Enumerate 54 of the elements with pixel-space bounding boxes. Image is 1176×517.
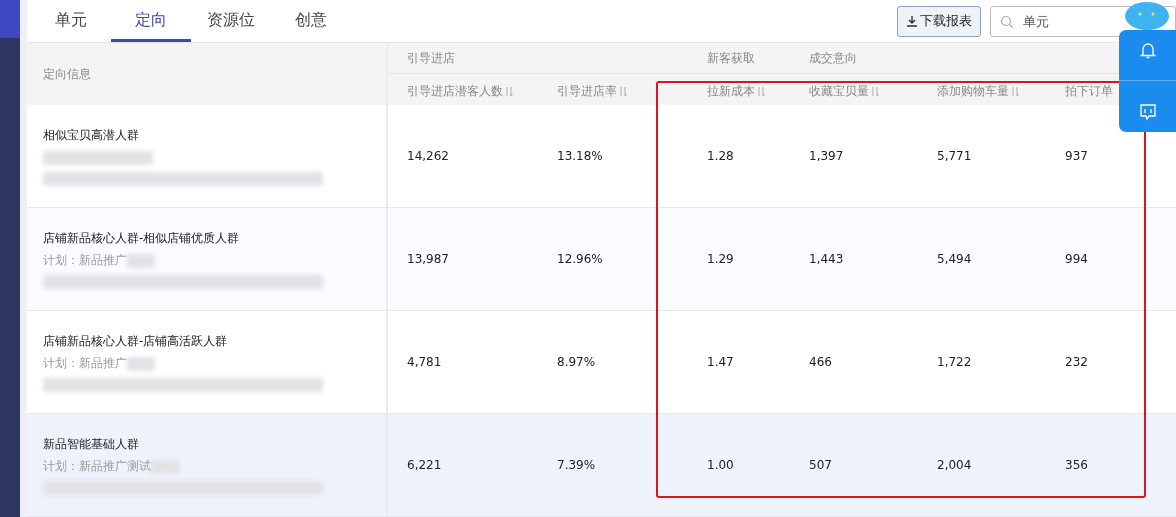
table-cell: 466 xyxy=(809,355,832,369)
column-header[interactable]: 添加购物车量 xyxy=(937,83,1009,100)
table-cell: 232 xyxy=(1065,355,1088,369)
table-cell: 7.39% xyxy=(557,458,596,472)
group-header: 新客获取 xyxy=(707,49,755,67)
redacted-text xyxy=(127,356,155,371)
audience-name: 新品智能基础人群 xyxy=(43,435,140,453)
table-cell: 14,262 xyxy=(407,149,449,163)
table-cell: 1,722 xyxy=(937,355,972,369)
sort-icon[interactable] xyxy=(619,86,627,97)
chat-icon[interactable] xyxy=(1138,103,1157,122)
table-cell: 5,494 xyxy=(937,252,972,266)
audience-name: 相似宝贝高潜人群 xyxy=(43,126,140,144)
column-header[interactable]: 引导进店率 xyxy=(557,83,617,100)
download-button[interactable]: 下载报表 xyxy=(897,5,981,37)
column-header[interactable]: 收藏宝贝量 xyxy=(809,83,869,100)
table-cell: 5,771 xyxy=(937,149,972,163)
table-cell: 1,397 xyxy=(809,149,844,163)
plan-label: 计划：新品推广测试 xyxy=(43,458,151,475)
sort-icon[interactable] xyxy=(871,86,879,97)
table-cell: 1.28 xyxy=(707,149,734,163)
group-header: 引导进店 xyxy=(407,49,455,67)
sort-icon[interactable] xyxy=(757,86,765,97)
table-cell: 1.29 xyxy=(707,252,734,266)
bell-icon[interactable] xyxy=(1139,40,1156,59)
tab[interactable]: 资源位 xyxy=(191,0,271,42)
audience-name: 店铺新品核心人群-相似店铺优质人群 xyxy=(43,229,241,247)
group-header: 成交意向 xyxy=(809,49,857,67)
table-cell: 937 xyxy=(1065,149,1088,163)
table-cell: 6,221 xyxy=(407,458,442,472)
column-header[interactable]: 拍下订单 xyxy=(1065,83,1113,100)
column-header[interactable]: 拉新成本 xyxy=(707,83,755,100)
table-cell: 13,987 xyxy=(407,252,449,266)
table-cell: 4,781 xyxy=(407,355,442,369)
sort-icon[interactable] xyxy=(505,86,513,97)
sort-icon[interactable] xyxy=(1011,86,1019,97)
tab[interactable]: 创意 xyxy=(271,0,351,42)
table-cell: 1,443 xyxy=(809,252,844,266)
table-cell: 356 xyxy=(1065,458,1088,472)
table-cell: 8.97% xyxy=(557,355,596,369)
tab[interactable]: 单元 xyxy=(31,0,111,42)
table-cell: 994 xyxy=(1065,252,1088,266)
audience-name: 店铺新品核心人群-店铺高活跃人群 xyxy=(43,332,229,350)
redacted-text xyxy=(127,253,155,268)
table-cell: 2,004 xyxy=(937,458,972,472)
plan-label: 计划：新品推广 xyxy=(43,252,127,269)
table-cell: 507 xyxy=(809,458,832,472)
table-cell: 1.47 xyxy=(707,355,734,369)
table-cell: 12.96% xyxy=(557,252,603,266)
table-cell: 1.00 xyxy=(707,458,734,472)
download-icon xyxy=(906,15,918,27)
column-header[interactable]: 引导进店潜客人数 xyxy=(407,83,503,100)
table-cell: 13.18% xyxy=(557,149,603,163)
plan-label: 计划：新品推广 xyxy=(43,355,127,372)
